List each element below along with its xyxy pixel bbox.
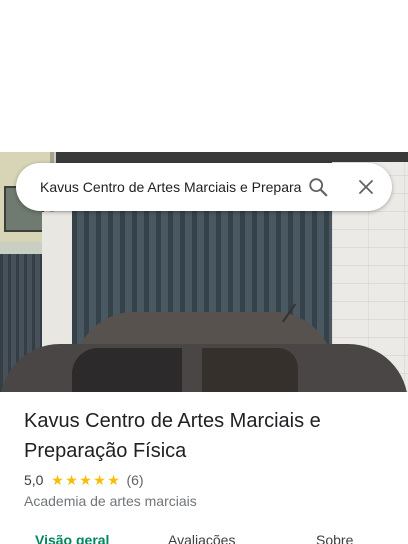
star-icon: ★ [65,472,78,488]
tab-overview[interactable]: Visão geral [35,532,109,544]
star-icon: ★ [79,472,92,488]
close-icon [359,180,373,194]
rating-row[interactable]: 5,0 ★ ★ ★ ★ ★ (6) [24,470,144,490]
place-category[interactable]: Academia de artes marciais [24,492,197,510]
star-icon: ★ [93,472,106,488]
search-icon [309,178,328,197]
tab-reviews[interactable]: Avaliações [168,532,235,544]
close-button[interactable] [350,171,382,203]
search-bar[interactable]: Kavus Centro de Artes Marciais e Prepara… [16,163,392,211]
search-input[interactable]: Kavus Centro de Artes Marciais e Prepara… [40,163,302,211]
rating-value: 5,0 [24,472,44,488]
search-button[interactable] [302,171,334,203]
rating-stars: ★ ★ ★ ★ ★ [50,472,120,488]
review-count[interactable]: (6) [126,472,143,488]
photo-car-window [72,348,182,392]
tab-about[interactable]: Sobre [316,532,353,544]
star-icon: ★ [107,472,120,488]
map-top-area [0,0,408,152]
place-tabs: Visão geral Avaliações Sobre [0,530,408,544]
place-title: Kavus Centro de Artes Marciais e Prepara… [24,410,321,462]
star-icon: ★ [51,472,64,488]
photo-car-window [202,348,298,392]
